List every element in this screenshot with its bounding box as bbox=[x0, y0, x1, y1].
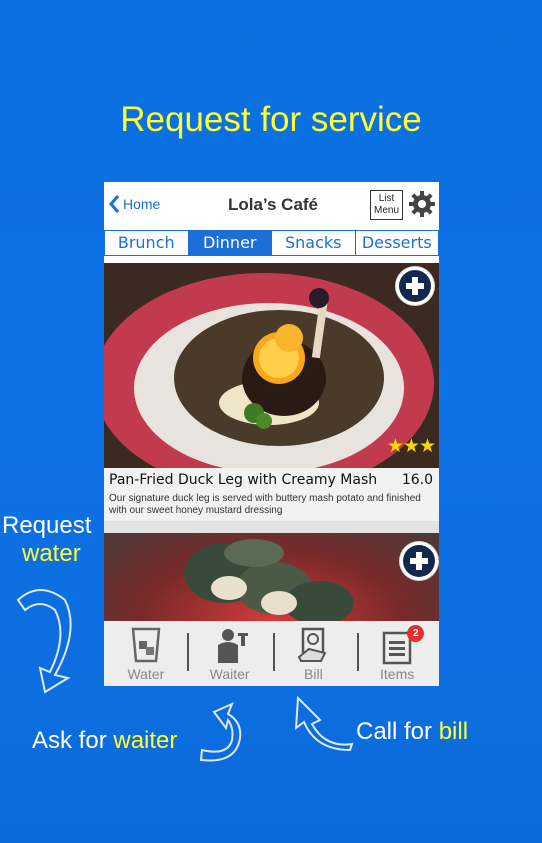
waiter-button[interactable]: Waiter bbox=[188, 621, 272, 686]
bill-button[interactable]: Bill bbox=[272, 621, 356, 686]
water-glass-icon bbox=[131, 627, 161, 663]
tab-brunch[interactable]: Brunch bbox=[105, 231, 189, 255]
items-button[interactable]: 2 Items bbox=[355, 621, 439, 686]
home-label: Home bbox=[123, 196, 161, 212]
divider bbox=[273, 633, 275, 671]
call-bill-annotation: Call for bill bbox=[356, 718, 468, 746]
add-dish-button-2[interactable] bbox=[400, 542, 438, 580]
waiter-label: Waiter bbox=[209, 666, 250, 682]
page-headline: Request for service bbox=[120, 100, 422, 139]
request-water-line2: water bbox=[22, 540, 81, 567]
ask-waiter-highlight: waiter bbox=[113, 727, 178, 754]
items-label: Items bbox=[380, 666, 415, 682]
tab-dinner[interactable]: Dinner bbox=[188, 231, 272, 255]
request-water-line1: Request bbox=[2, 512, 92, 539]
water-button[interactable]: Water bbox=[104, 621, 188, 686]
plus-icon bbox=[399, 270, 431, 302]
category-tabs: Brunch Dinner Snacks Desserts bbox=[104, 230, 439, 256]
call-bill-prefix: Call for bbox=[356, 718, 439, 745]
chevron-left-icon bbox=[109, 195, 120, 213]
dish-caption: Pan-Fried Duck Leg with Creamy Mash 16.0… bbox=[104, 468, 439, 521]
card-separator bbox=[104, 521, 439, 533]
phone-screen: Home Lola’s Café List Menu Brunch Dinner… bbox=[104, 182, 439, 686]
tab-snacks[interactable]: Snacks bbox=[272, 231, 356, 255]
items-count-badge: 2 bbox=[407, 625, 425, 642]
cafe-title: Lola’s Café bbox=[227, 195, 319, 214]
dish-price: 16.0 bbox=[401, 472, 433, 488]
top-bar: Home Lola’s Café List Menu bbox=[104, 182, 439, 230]
waiter-icon bbox=[217, 629, 248, 663]
dish-photo-2 bbox=[184, 539, 354, 621]
call-bill-highlight: bill bbox=[438, 718, 469, 745]
service-bar: Water Waiter Bill 2 Items bbox=[104, 621, 439, 686]
tab-desserts[interactable]: Desserts bbox=[356, 231, 439, 255]
dish-card-2[interactable] bbox=[104, 533, 439, 621]
dish-name: Pan-Fried Duck Leg with Creamy Mash bbox=[109, 472, 378, 488]
bill-label: Bill bbox=[304, 666, 323, 682]
curved-arrow-up-left-icon bbox=[294, 695, 354, 752]
add-dish-button[interactable] bbox=[396, 267, 434, 305]
dish-card[interactable]: ★★★ Pan-Fried Duck Leg with Creamy Mash … bbox=[104, 263, 439, 521]
divider bbox=[187, 633, 189, 671]
plus-icon bbox=[403, 545, 435, 577]
ask-waiter-annotation: Ask for waiter bbox=[32, 727, 177, 755]
list-menu-button[interactable]: List Menu bbox=[370, 190, 403, 220]
ask-waiter-prefix: Ask for bbox=[32, 727, 114, 754]
rating-stars: ★★★ bbox=[386, 436, 436, 457]
water-label: Water bbox=[127, 666, 165, 682]
curved-arrow-down-icon bbox=[16, 589, 72, 694]
divider bbox=[357, 633, 359, 671]
bill-icon bbox=[298, 627, 327, 662]
request-water-annotation: Request water bbox=[2, 512, 91, 568]
home-back-button[interactable]: Home bbox=[108, 194, 160, 214]
dish-description: Our signature duck leg is served with bu… bbox=[109, 493, 421, 516]
curved-arrow-up-icon bbox=[199, 702, 242, 762]
gear-icon[interactable] bbox=[408, 190, 436, 218]
